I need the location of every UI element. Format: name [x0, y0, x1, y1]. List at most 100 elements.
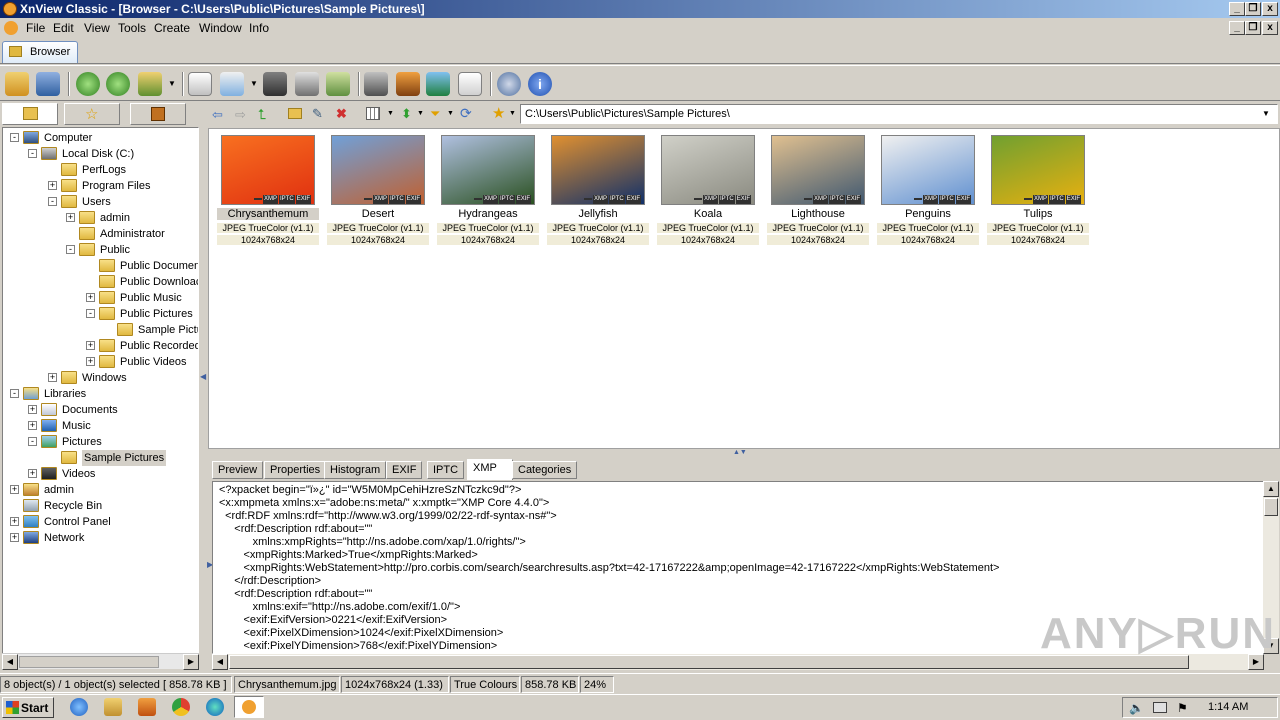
tree-item[interactable]: - Local Disk (C:)	[3, 146, 198, 162]
expand-icon[interactable]: +	[86, 341, 95, 350]
tab-categories[interactable]	[130, 103, 186, 125]
expand-icon[interactable]: +	[10, 533, 19, 542]
tree-item[interactable]: - Libraries	[3, 386, 198, 402]
scroll-thumb[interactable]	[1264, 498, 1278, 516]
network-tray-icon[interactable]	[1153, 702, 1167, 713]
clock[interactable]: 1:14 AM	[1208, 701, 1248, 713]
thumbnail-item[interactable]: XMP IPTC EXIF Tulips JPEG TrueColor (v1.1) 10…	[987, 132, 1089, 246]
thumbnail-item[interactable]: XMP IPTC EXIF Lighthouse JPEG TrueColor (v1.…	[767, 132, 869, 246]
tree-item[interactable]: - Public	[3, 242, 198, 258]
view-mode-icon[interactable]	[366, 107, 380, 120]
edge-icon[interactable]	[206, 698, 224, 716]
tree-item[interactable]: + Public Music	[3, 290, 198, 306]
menu-create[interactable]: Create	[154, 21, 190, 35]
scroll-right-icon[interactable]: ▶	[183, 654, 199, 670]
chevron-down-icon[interactable]: ▼	[387, 110, 394, 117]
path-input[interactable]: C:\Users\Public\Pictures\Sample Pictures…	[520, 104, 1278, 124]
path-dropdown-icon[interactable]: ▼	[1262, 109, 1270, 118]
tree-item[interactable]: + Music	[3, 418, 198, 434]
scroll-up-icon[interactable]: ▲	[1263, 481, 1279, 497]
expand-icon[interactable]: +	[28, 469, 37, 478]
tab-xmp[interactable]: XMP	[467, 459, 513, 480]
find-binoculars-icon[interactable]	[263, 72, 287, 96]
scroll-thumb[interactable]	[19, 656, 159, 668]
expand-icon[interactable]: +	[86, 357, 95, 366]
thumbnail-item[interactable]: XMP IPTC EXIF Penguins JPEG TrueColor (v1.1)…	[877, 132, 979, 246]
chevron-down-icon[interactable]: ▼	[250, 79, 258, 88]
mdi-close-button[interactable]: x	[1262, 21, 1278, 35]
mdi-minimize-button[interactable]: _	[1229, 21, 1245, 35]
thumbnail-item[interactable]: XMP IPTC EXIF Desert JPEG TrueColor (v1.1) 10…	[327, 132, 429, 246]
collapse-pane-icon[interactable]: ◀	[200, 372, 206, 381]
explorer-folder-icon[interactable]	[104, 698, 122, 716]
move-to-folder-icon[interactable]	[138, 72, 162, 96]
tree-item[interactable]: Public Downloac	[3, 274, 198, 290]
open-browser-icon[interactable]	[5, 72, 29, 96]
tab-categories[interactable]: Categories	[512, 461, 578, 479]
close-button[interactable]: x	[1262, 2, 1278, 16]
tree-item[interactable]: + admin	[3, 210, 198, 226]
splitter-grip-icon[interactable]: ▲▼	[733, 449, 747, 456]
menu-tools[interactable]: Tools	[118, 21, 146, 35]
tree-item[interactable]: + Public Recorded	[3, 338, 198, 354]
collapse-icon[interactable]: -	[10, 389, 19, 398]
folder-tree[interactable]: - Computer - Local Disk (C:) PerfLogs + Progra…	[2, 127, 199, 654]
thumbnail-item[interactable]: XMP IPTC EXIF Chrysanthemum JPEG TrueColor (…	[217, 132, 319, 246]
collapse-icon[interactable]: -	[66, 245, 75, 254]
tree-item[interactable]: - Pictures	[3, 434, 198, 450]
chevron-down-icon[interactable]: ▼	[168, 79, 176, 88]
web-icon[interactable]	[426, 72, 450, 96]
start-button[interactable]: Start	[2, 697, 54, 718]
thumbnail-item[interactable]: XMP IPTC EXIF Koala JPEG TrueColor (v1.1) 102…	[657, 132, 759, 246]
chrome-icon[interactable]	[172, 698, 190, 716]
favorites-star-icon[interactable]: ★	[492, 104, 505, 122]
gear-icon[interactable]	[497, 72, 521, 96]
rename-icon[interactable]: ✎	[312, 106, 323, 122]
scroll-left-icon[interactable]: ◀	[2, 654, 18, 670]
menu-edit[interactable]: Edit	[53, 21, 74, 35]
tab-histogram[interactable]: Histogram	[324, 461, 387, 479]
camera-icon[interactable]	[364, 72, 388, 96]
expand-icon[interactable]: +	[28, 405, 37, 414]
minimize-button[interactable]: _	[1229, 2, 1245, 16]
refresh-icon[interactable]	[76, 72, 100, 96]
document-icon[interactable]	[4, 21, 18, 35]
menu-info[interactable]: Info	[249, 21, 269, 35]
thumbnail-item[interactable]: XMP IPTC EXIF Jellyfish JPEG TrueColor (v1.1…	[547, 132, 649, 246]
chevron-down-icon[interactable]: ▼	[417, 110, 424, 117]
print-icon[interactable]	[295, 72, 319, 96]
tab-browser[interactable]: Browser	[2, 41, 78, 63]
mdi-restore-button[interactable]: ❐	[1245, 21, 1261, 35]
maximize-button[interactable]: ❐	[1245, 2, 1261, 16]
tab-folders[interactable]	[2, 103, 58, 125]
convert-icon[interactable]	[220, 72, 244, 96]
tree-item[interactable]: + Control Panel	[3, 514, 198, 530]
flag-icon[interactable]: ⚑	[1177, 701, 1188, 715]
tree-item[interactable]: + Videos	[3, 466, 198, 482]
filter-icon[interactable]: ⏷	[430, 106, 440, 122]
tree-item[interactable]: + Network	[3, 530, 198, 546]
menu-view[interactable]: View	[84, 21, 110, 35]
forward-arrow-icon[interactable]: ⇨	[235, 107, 246, 123]
delete-icon[interactable]: ✖	[336, 106, 347, 122]
collapse-icon[interactable]: -	[10, 133, 19, 142]
collapse-icon[interactable]: -	[48, 197, 57, 206]
chevron-down-icon[interactable]: ▼	[447, 110, 454, 117]
contact-sheet-icon[interactable]	[458, 72, 482, 96]
tree-item[interactable]: + Windows	[3, 370, 198, 386]
tree-item[interactable]: PerfLogs	[3, 162, 198, 178]
copy-icon[interactable]	[188, 72, 212, 96]
fullscreen-icon[interactable]	[36, 72, 60, 96]
taskbar-xnview-button[interactable]	[234, 696, 264, 718]
menu-window[interactable]: Window	[199, 21, 242, 35]
xnview-app-icon[interactable]	[3, 2, 17, 16]
tree-item[interactable]: Administrator	[3, 226, 198, 242]
media-player-icon[interactable]	[138, 698, 156, 716]
expand-icon[interactable]: +	[66, 213, 75, 222]
refresh-icon[interactable]: ⟳	[460, 105, 472, 122]
menu-file[interactable]: File	[26, 21, 45, 35]
tab-preview[interactable]: Preview	[212, 461, 264, 479]
tree-item[interactable]: - Users	[3, 194, 198, 210]
expand-icon[interactable]: +	[10, 485, 19, 494]
parent-folder-icon[interactable]: ⮤	[258, 106, 266, 123]
